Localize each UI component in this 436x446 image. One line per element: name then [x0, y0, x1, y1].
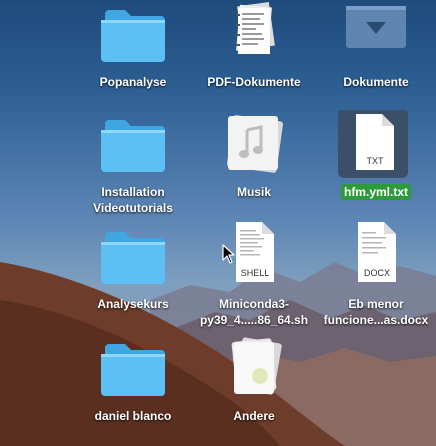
file-type-badge: TXT — [366, 156, 384, 166]
item-label: hfm.yml.txt — [340, 184, 411, 200]
desktop-item-popanalyse[interactable]: Popanalyse — [67, 0, 199, 90]
folder-icon — [93, 222, 173, 294]
file-type-badge: SHELL — [240, 268, 270, 278]
txt-file-icon: TXT — [336, 108, 416, 182]
mouse-cursor-icon — [222, 244, 235, 264]
desktop-item-hfm-yml-txt[interactable]: TXT hfm.yml.txt — [310, 108, 436, 201]
item-label: Miniconda3- py39_4.....86_64.sh — [199, 297, 309, 327]
item-label: Analysekurs — [97, 297, 169, 311]
document-stack-icon — [214, 334, 294, 406]
item-label: Dokumente — [343, 75, 409, 89]
folder-icon — [93, 110, 173, 182]
folder-icon — [93, 0, 173, 72]
desktop-item-andere[interactable]: Andere — [188, 334, 320, 424]
file-type-badge: DOCX — [363, 268, 390, 278]
item-label: Andere — [233, 409, 275, 423]
item-label: daniel blanco — [94, 409, 172, 423]
item-label: Popanalyse — [99, 75, 167, 89]
folder-icon — [93, 334, 173, 406]
pdf-stack-icon — [214, 0, 294, 72]
item-label: PDF-Dokumente — [207, 75, 301, 89]
item-label: Musik — [236, 185, 271, 199]
item-label: Eb menor funcione...as.docx — [323, 297, 429, 327]
documents-folder-icon — [336, 0, 416, 72]
docx-file-icon: DOCX — [336, 222, 416, 294]
desktop-item-installation-videotutorials[interactable]: Installation Videotutorials — [67, 110, 199, 216]
desktop-item-daniel-blanco[interactable]: daniel blanco — [67, 334, 199, 424]
desktop-item-pdf-dokumente[interactable]: PDF-Dokumente — [188, 0, 320, 90]
desktop: Popanalyse PDF-Dokumente Dokumente Insta… — [0, 0, 436, 446]
music-document-icon — [214, 110, 294, 182]
desktop-item-eb-menor-docx[interactable]: DOCX Eb menor funcione...as.docx — [310, 222, 436, 328]
desktop-item-analysekurs[interactable]: Analysekurs — [67, 222, 199, 312]
desktop-item-musik[interactable]: Musik — [188, 110, 320, 200]
item-label: Installation Videotutorials — [93, 185, 173, 215]
desktop-item-miniconda3[interactable]: SHELL Miniconda3- py39_4.....86_64.sh — [188, 222, 320, 328]
desktop-item-dokumente[interactable]: Dokumente — [310, 0, 436, 90]
